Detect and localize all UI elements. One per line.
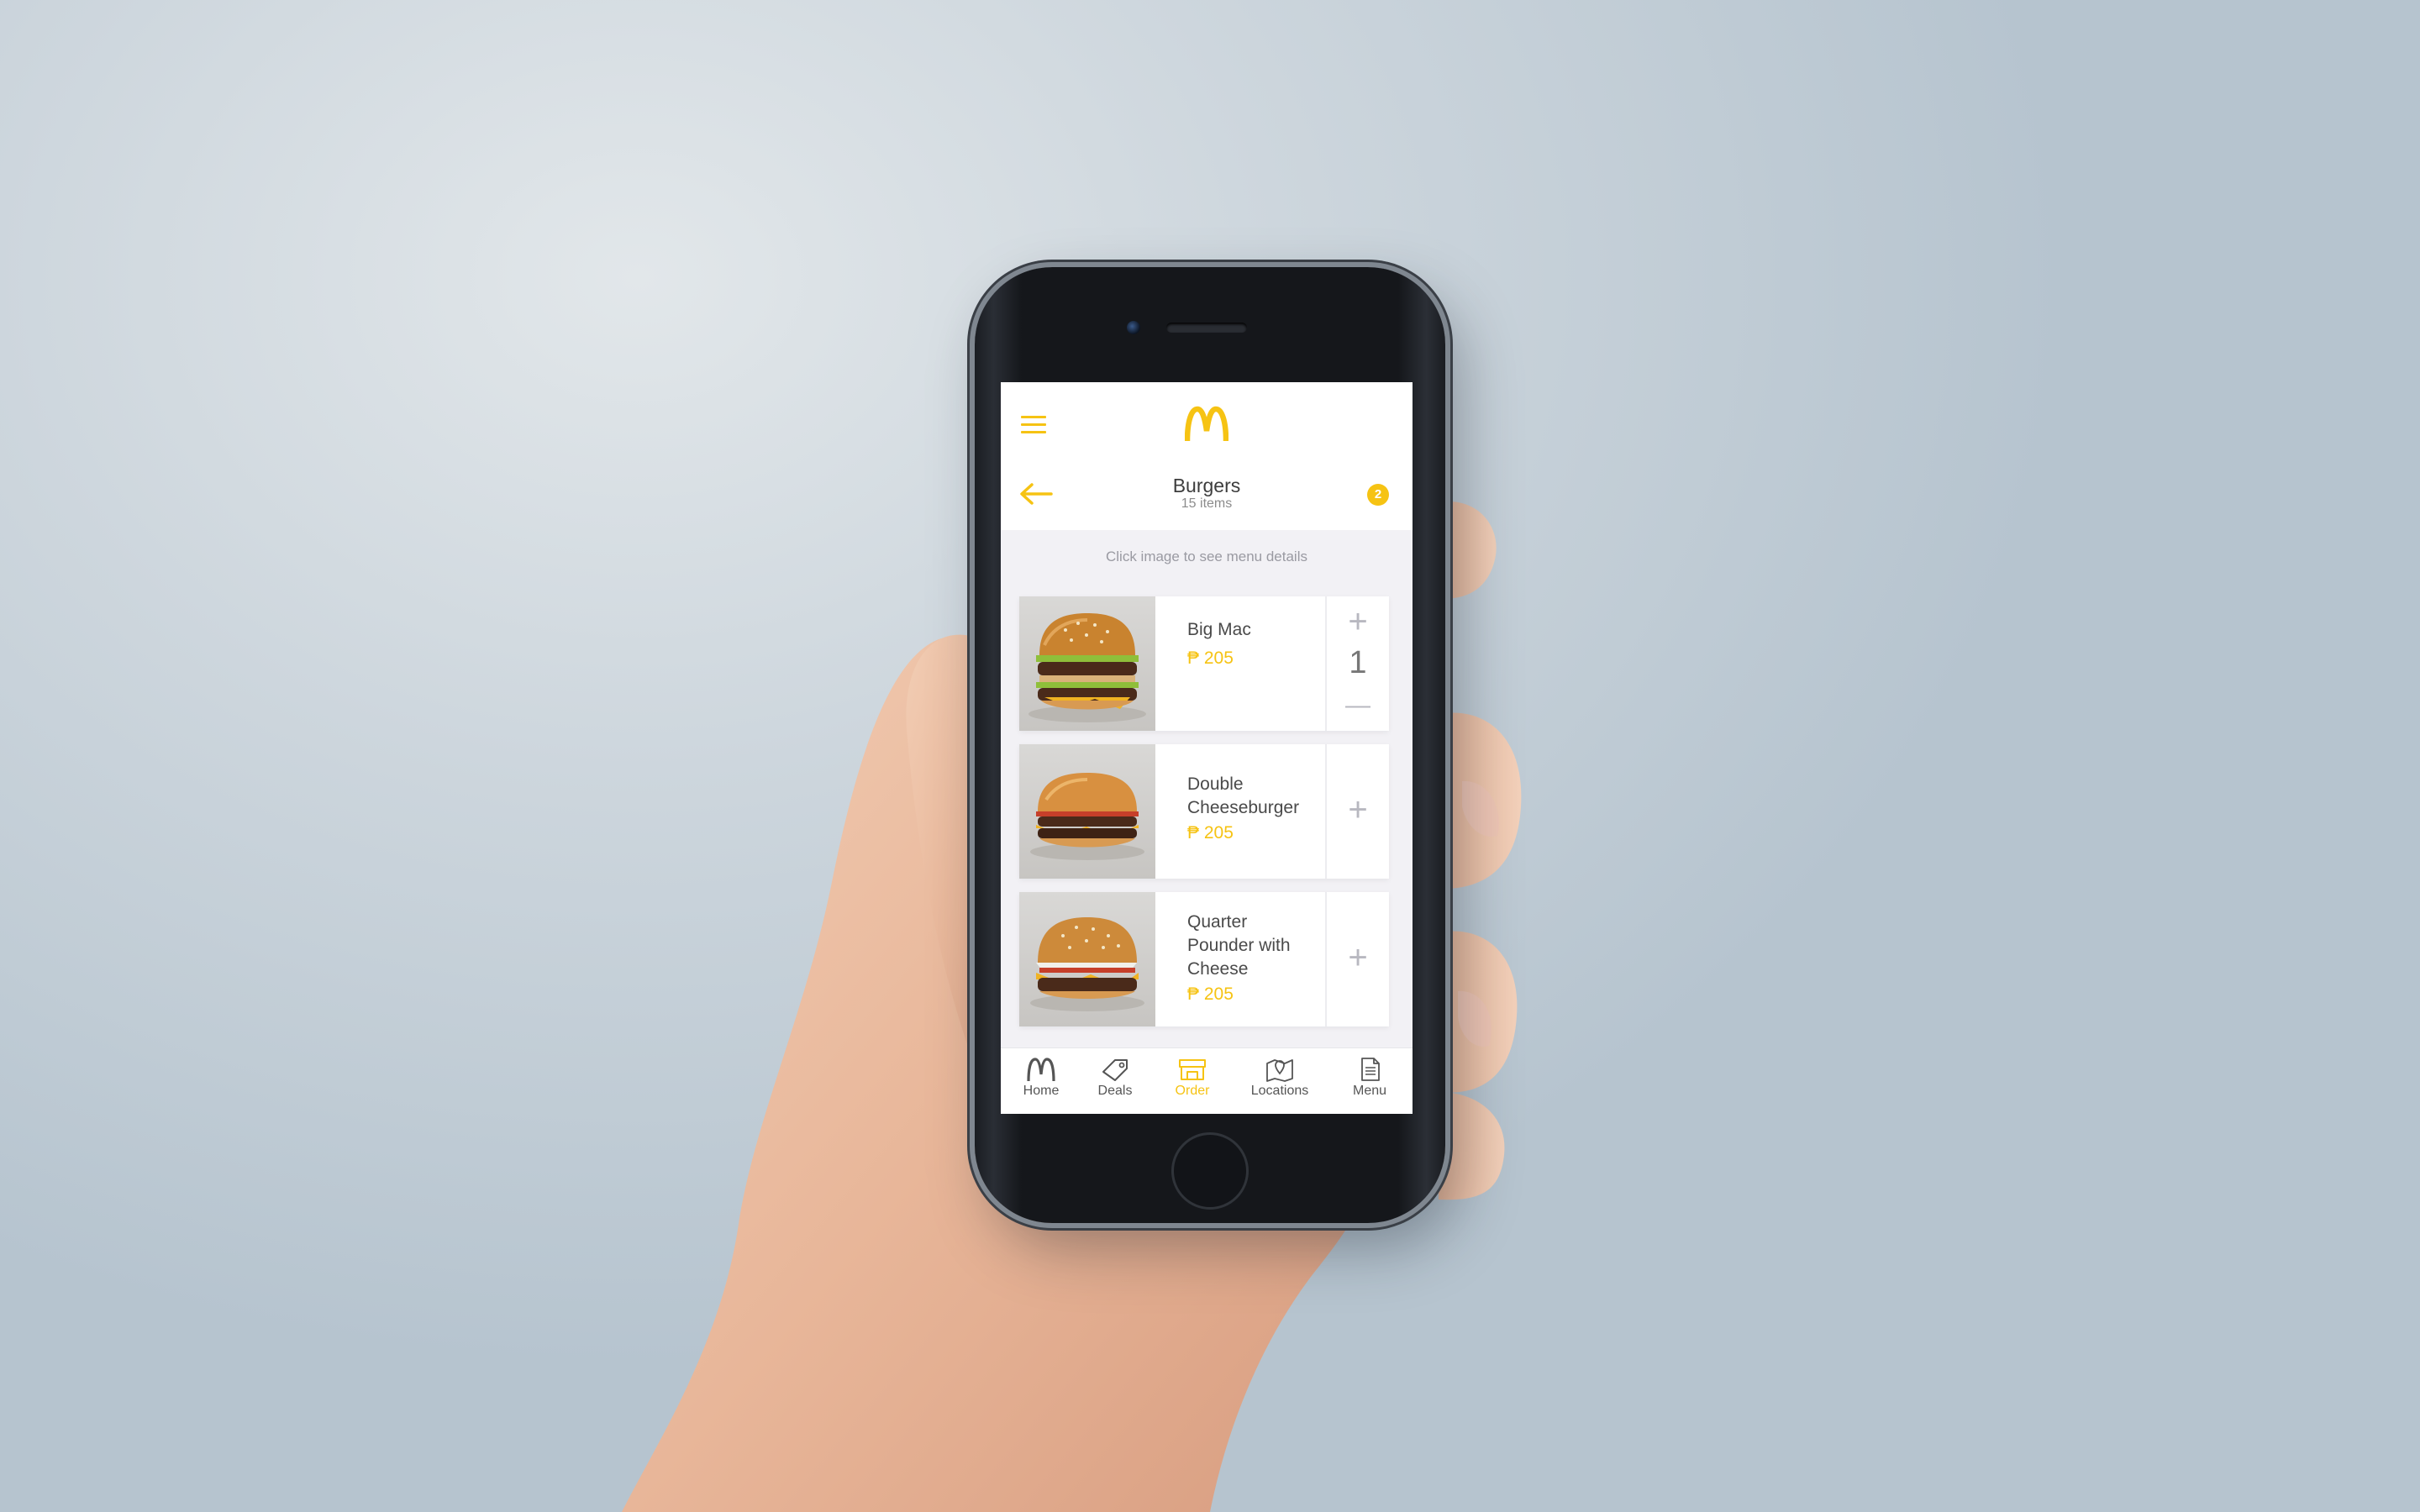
add-to-cart-button[interactable]: +	[1327, 941, 1389, 974]
list-item: Big Mac ₱ 205 + 1 —	[1019, 596, 1389, 731]
list-item: Quarter Pounder with Cheese ₱ 205 +	[1019, 892, 1389, 1026]
product-name-line: Pounder with	[1187, 936, 1291, 955]
cart-count-badge[interactable]: 2	[1367, 484, 1389, 506]
hamburger-icon[interactable]	[1021, 416, 1046, 434]
product-image-quarter-pounder[interactable]	[1019, 892, 1155, 1026]
category-item-count: 15 items	[1181, 496, 1233, 511]
quantity-stepper: +	[1325, 892, 1389, 1026]
product-name: Quarter Pounder with Cheese	[1187, 911, 1330, 981]
quantity-stepper: +	[1325, 744, 1389, 879]
product-price: ₱ 205	[1187, 984, 1234, 1004]
product-name-line: Big Mac	[1187, 620, 1251, 639]
hint-text: Click image to see menu details	[1105, 549, 1307, 564]
product-name-line: Quarter	[1187, 912, 1248, 932]
tab-label: Menu	[1352, 1084, 1387, 1098]
arches-icon	[1027, 1058, 1055, 1082]
home-button[interactable]	[1171, 1132, 1249, 1210]
tab-home[interactable]: Home	[1007, 1048, 1075, 1114]
add-to-cart-button[interactable]: +	[1327, 793, 1389, 827]
tab-label: Order	[1175, 1084, 1210, 1098]
tab-menu[interactable]: Menu	[1334, 1048, 1406, 1114]
quantity-value: 1	[1349, 645, 1367, 680]
product-image-double-cheeseburger[interactable]	[1019, 744, 1155, 879]
front-camera	[1127, 321, 1140, 334]
tab-label: Locations	[1250, 1084, 1309, 1098]
product-name-line: Cheese	[1187, 959, 1249, 979]
tab-order[interactable]: Order	[1159, 1048, 1226, 1114]
tab-label: Deals	[1097, 1084, 1133, 1098]
decrease-quantity-button[interactable]: —	[1327, 689, 1389, 722]
product-price: ₱ 205	[1187, 648, 1234, 668]
top-bar	[1001, 382, 1413, 456]
map-pin-icon	[1266, 1059, 1293, 1082]
category-header: Burgers 15 items 2	[1001, 456, 1413, 530]
earpiece-speaker	[1166, 323, 1247, 333]
tag-icon	[1102, 1059, 1128, 1081]
product-price: ₱ 205	[1187, 823, 1234, 843]
store-icon	[1179, 1059, 1206, 1080]
tab-deals[interactable]: Deals	[1081, 1048, 1149, 1114]
app-screen: Burgers 15 items 2 Click image to see me…	[1001, 382, 1413, 1114]
golden-arches-logo-icon[interactable]	[1185, 406, 1228, 443]
tab-label: Home	[1023, 1084, 1060, 1098]
tab-locations[interactable]: Locations	[1236, 1048, 1323, 1114]
product-image-big-mac[interactable]	[1019, 596, 1155, 731]
category-title: Burgers	[1172, 475, 1241, 496]
bottom-tab-bar: Home Deals Order Locations Menu	[1001, 1047, 1413, 1114]
list-item: Double Cheeseburger ₱ 205 +	[1019, 744, 1389, 879]
product-name: Double Cheeseburger	[1187, 773, 1330, 820]
product-list: Big Mac ₱ 205 + 1 — Double Cheeseburger …	[1019, 596, 1389, 1040]
product-name: Big Mac	[1187, 618, 1330, 642]
phone-device: Burgers 15 items 2 Click image to see me…	[975, 267, 1445, 1223]
quantity-stepper: + 1 —	[1325, 596, 1389, 731]
product-name-line: Cheeseburger	[1187, 798, 1300, 817]
product-name-line: Double	[1187, 774, 1244, 794]
document-icon	[1361, 1058, 1380, 1081]
increase-quantity-button[interactable]: +	[1327, 605, 1389, 638]
